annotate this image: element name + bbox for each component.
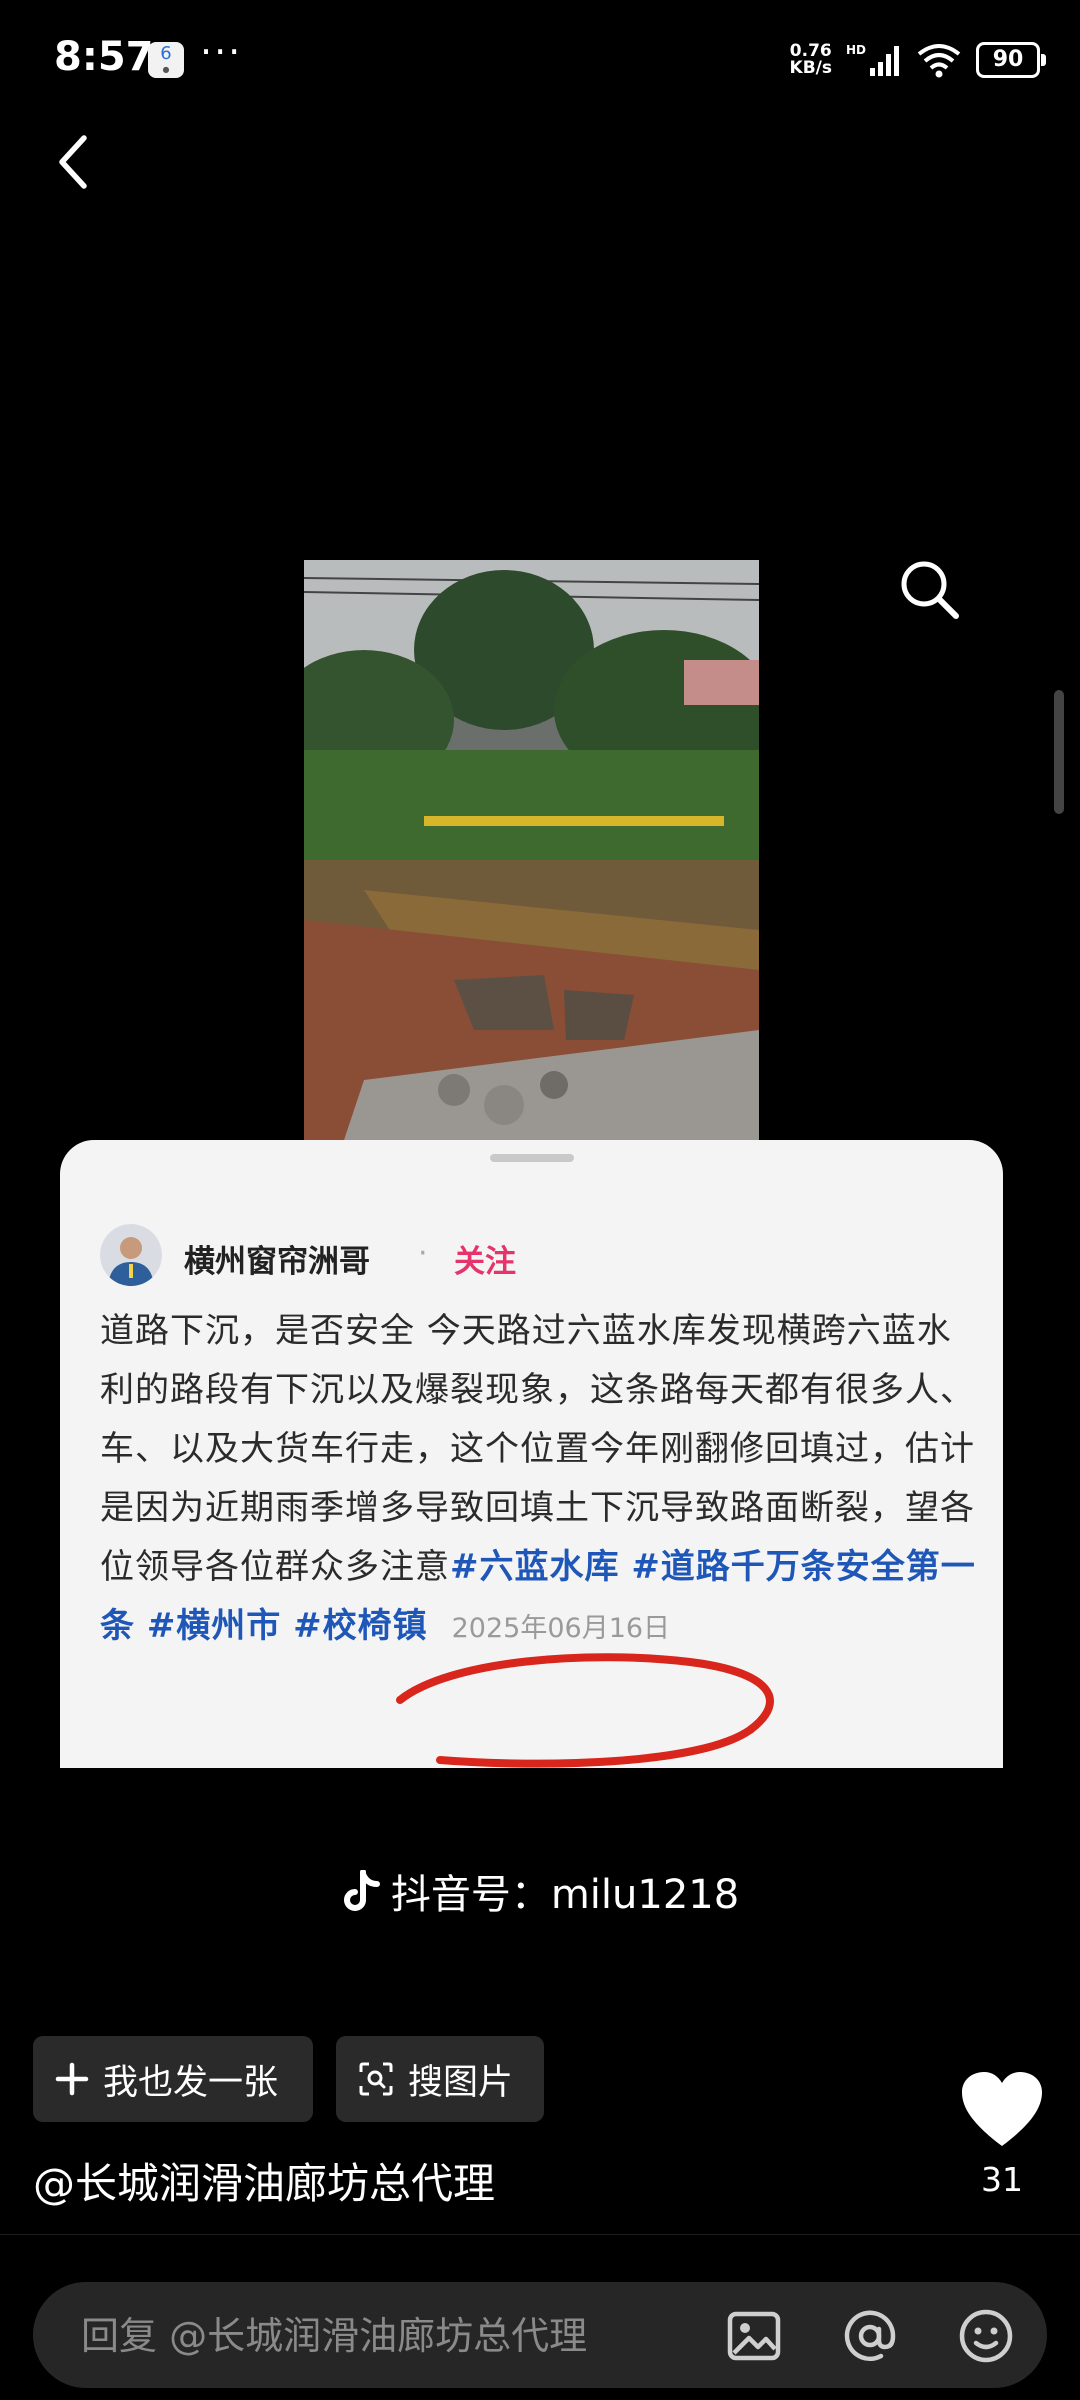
status-bar: 8:57 6 ● ··· 0.76 KB/s HD 90	[0, 0, 1080, 120]
author-name[interactable]: 横州窗帘洲哥	[184, 1236, 370, 1281]
notification-badge: 6	[160, 43, 172, 64]
red-annotation-mark	[396, 1653, 774, 1768]
post-body: 道路下沉，是否安全 今天路过六蓝水库发现横跨六蓝水利的路段有下沉以及爆裂现象，这…	[100, 1311, 975, 1587]
post-photo[interactable]	[304, 560, 759, 1140]
reply-input[interactable]	[79, 2282, 683, 2390]
network-speed: 0.76 KB/s	[790, 43, 832, 77]
battery-indicator: 90	[976, 42, 1046, 78]
plus-icon	[55, 2062, 89, 2096]
avatar[interactable]	[100, 1224, 162, 1286]
svg-text:HD: HD	[846, 43, 866, 57]
at-icon[interactable]	[841, 2307, 899, 2365]
status-icons: 0.76 KB/s HD 90	[790, 40, 1046, 80]
douyin-icon	[343, 1870, 380, 1911]
post-also-label: 我也发一张	[103, 2062, 279, 2103]
douyin-id: milu1218	[550, 1872, 740, 1918]
hashtag-hengzhou[interactable]: #横州市	[147, 1606, 282, 1646]
status-time: 8:57	[54, 34, 154, 80]
search-icon[interactable]	[896, 556, 962, 622]
post-card: 横州窗帘洲哥 · 关注 道路下沉，是否安全 今天路过六蓝水库发现横跨六蓝水利的路…	[60, 1140, 1003, 1768]
follow-button[interactable]: 关注	[454, 1236, 516, 1281]
search-image-label: 搜图片	[408, 2062, 514, 2103]
hashtag-liulan-reservoir[interactable]: #六蓝水库	[450, 1547, 620, 1587]
signal-icon: HD	[846, 43, 899, 76]
divider	[0, 2234, 1080, 2235]
more-notifications-icon: ···	[200, 30, 243, 74]
heart-icon[interactable]	[960, 2070, 1044, 2150]
emoji-icon[interactable]	[957, 2307, 1015, 2365]
search-image-button[interactable]: 搜图片	[336, 2036, 544, 2122]
scroll-indicator[interactable]	[1054, 690, 1064, 814]
douyin-label: 抖音号：	[390, 1872, 551, 1918]
post-also-button[interactable]: 我也发一张	[33, 2036, 313, 2122]
author-mention[interactable]: @长城润滑油廊坊总代理	[33, 2150, 495, 2211]
post-text: 道路下沉，是否安全 今天路过六蓝水库发现横跨六蓝水利的路段有下沉以及爆裂现象，这…	[100, 1302, 980, 1658]
wifi-icon	[917, 44, 961, 78]
notification-app-icon: 6 ●	[148, 42, 184, 78]
separator-dot: ·	[418, 1236, 428, 1271]
network-speed-unit: KB/s	[789, 58, 832, 78]
back-arrow-icon[interactable]	[50, 132, 100, 192]
drag-handle[interactable]	[490, 1154, 574, 1162]
reply-bar	[33, 2282, 1047, 2390]
like-count: 31	[981, 2160, 1023, 2199]
douyin-id-watermark: 抖音号：milu1218	[0, 1862, 1080, 1920]
image-icon[interactable]	[725, 2307, 783, 2365]
scan-search-icon	[359, 2062, 393, 2096]
